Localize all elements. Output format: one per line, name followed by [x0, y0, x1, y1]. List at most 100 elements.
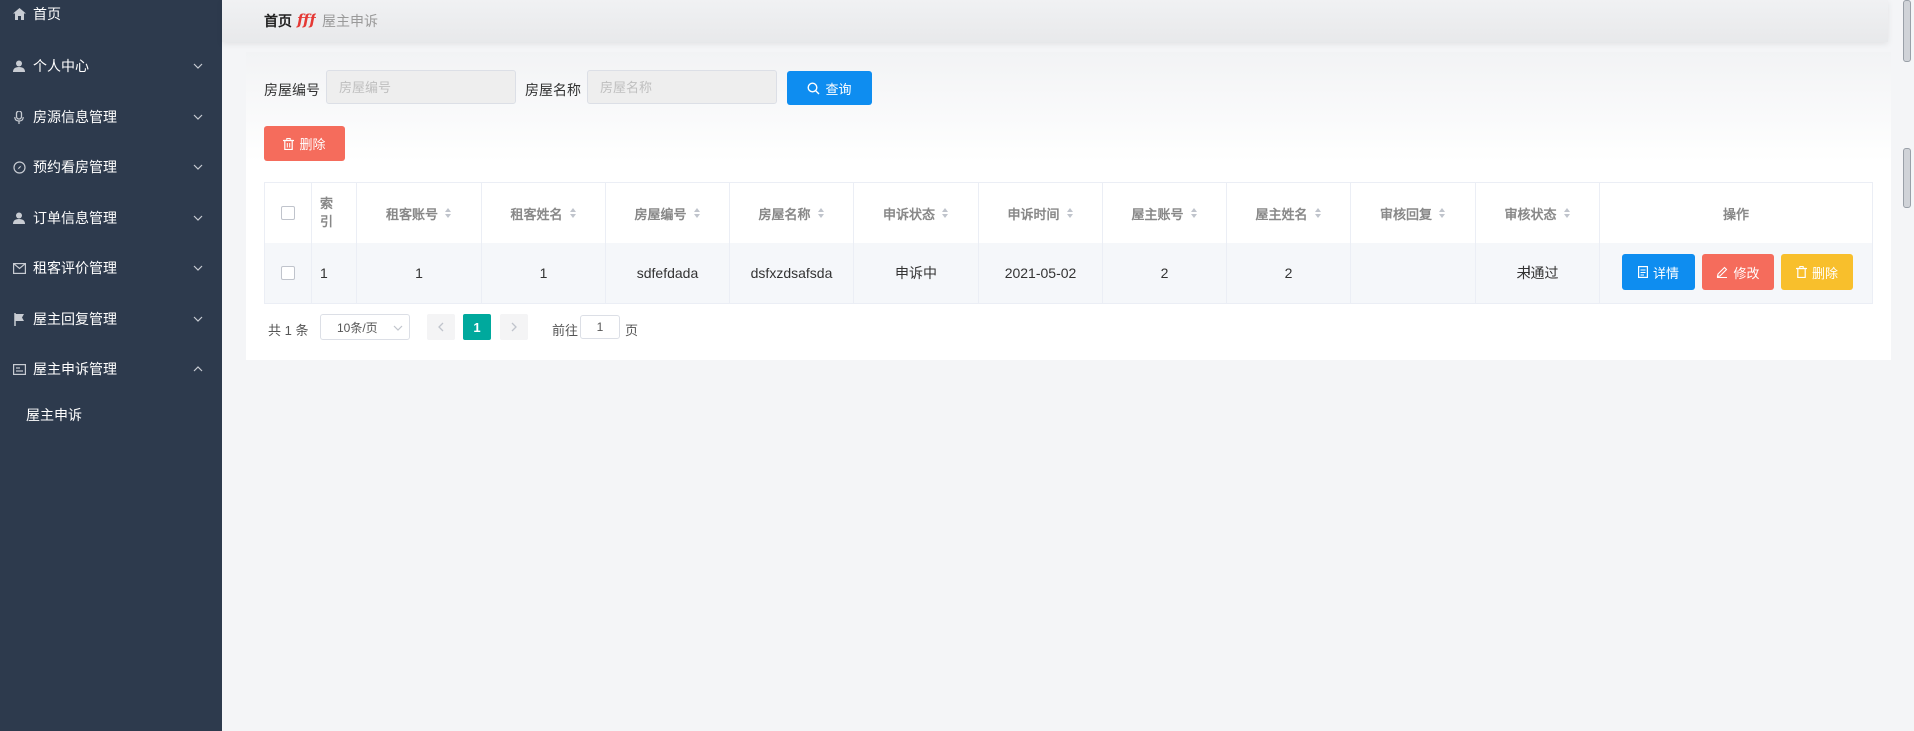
header-index: 索引 [312, 183, 357, 243]
sort-icon[interactable] [1190, 207, 1198, 219]
svg-text:fff: fff [296, 11, 316, 28]
row-select[interactable] [265, 243, 312, 303]
sidebar-item-label: 首页 [33, 6, 61, 22]
next-page-button[interactable] [500, 314, 528, 340]
detail-button-label: 详情 [1652, 265, 1679, 281]
trash-icon [1795, 266, 1807, 278]
scrollbar-thumb[interactable] [1903, 0, 1911, 62]
header-select-all[interactable] [265, 183, 312, 243]
sidebar-item-owner-appeal[interactable]: 屋主申诉管理 [0, 352, 222, 386]
header-actions: 操作 [1722, 206, 1749, 222]
scrollbar[interactable] [1902, 0, 1914, 731]
sidebar-item-home[interactable]: 首页 [0, 0, 222, 31]
cell-owner-name: 2 [1227, 243, 1351, 303]
prev-page-button[interactable] [427, 314, 455, 340]
cell-owner-account: 2 [1103, 243, 1227, 303]
header-owner-account[interactable]: 屋主账号 [1103, 183, 1227, 243]
sort-icon[interactable] [693, 207, 701, 219]
mail-icon [12, 261, 26, 275]
breadcrumb-separator-icon: fff [296, 10, 318, 29]
chevron-up-icon [193, 366, 203, 372]
query-button[interactable]: 查询 [787, 71, 872, 105]
sidebar-item-label: 预约看房管理 [33, 159, 117, 175]
detail-button[interactable]: 详情 [1622, 254, 1695, 290]
header-tenant-account[interactable]: 租客账号 [357, 183, 482, 243]
sidebar-item-owner-reply[interactable]: 屋主回复管理 [0, 302, 222, 336]
table-header-row: 索引 租客账号 租客姓名 房屋编号 房屋名称 申诉状态 申诉时间 屋主账号 屋主… [265, 183, 1872, 244]
chevron-down-icon [193, 114, 203, 120]
page-1-button[interactable]: 1 [463, 314, 491, 340]
card-icon [12, 362, 26, 376]
page-size-select[interactable]: 10条/页 [320, 314, 410, 340]
sidebar-item-order-info[interactable]: 订单信息管理 [0, 201, 222, 235]
cell-appeal-time: 2021-05-02 [979, 243, 1103, 303]
chevron-left-icon [438, 322, 444, 332]
chevron-down-icon [393, 325, 403, 331]
header-tenant-name[interactable]: 租客姓名 [482, 183, 606, 243]
sort-icon[interactable] [1314, 207, 1322, 219]
cell-house-name: dsfxzdsafsda [730, 243, 854, 303]
header-review-reply[interactable]: 审核回复 [1351, 183, 1476, 243]
cell-appeal-status: 申诉中 [854, 243, 979, 303]
home-icon [12, 7, 26, 21]
page-size-value: 10条/页 [337, 320, 378, 335]
sort-icon[interactable] [1438, 207, 1446, 219]
checkbox[interactable] [281, 206, 295, 220]
house-no-input[interactable] [326, 70, 516, 104]
batch-delete-button[interactable]: 删除 [264, 126, 345, 161]
sidebar-item-viewing-booking[interactable]: 预约看房管理 [0, 150, 222, 184]
cell-tenant-name: 1 [482, 243, 606, 303]
cell-index: 1 [312, 243, 357, 303]
compass-icon [12, 160, 26, 174]
sidebar-subitem-label: 屋主申诉 [26, 407, 82, 423]
search-icon [807, 81, 820, 94]
chevron-right-icon [511, 322, 517, 332]
header-owner-name[interactable]: 屋主姓名 [1227, 183, 1351, 243]
header-review-status[interactable]: 审核状态 [1476, 183, 1600, 243]
sort-icon[interactable] [817, 207, 825, 219]
goto-prefix: 前往 [552, 323, 579, 338]
batch-delete-label: 删除 [299, 137, 326, 152]
sidebar-item-personal-center[interactable]: 个人中心 [0, 49, 222, 83]
sort-icon[interactable] [1563, 207, 1571, 219]
sidebar-item-house-info[interactable]: 房源信息管理 [0, 100, 222, 134]
cell-review-status: 未通过 [1476, 243, 1600, 303]
sort-icon[interactable] [1066, 207, 1074, 219]
sidebar-item-label: 租客评价管理 [33, 260, 117, 276]
header-appeal-time[interactable]: 申诉时间 [979, 183, 1103, 243]
sidebar-item-label: 个人中心 [33, 58, 89, 74]
pagination-total: 共 1 条 [268, 323, 309, 338]
delete-button[interactable]: 删除 [1781, 254, 1853, 290]
query-button-label: 查询 [825, 81, 852, 97]
search-panel [246, 52, 1891, 162]
user-icon [12, 211, 26, 225]
sidebar: 首页 个人中心 房源信息管理 预约看房管理 订单信息管理 租客评价管理 屋主回复… [0, 0, 222, 731]
scrollbar-thumb[interactable] [1903, 148, 1911, 208]
sidebar-item-tenant-review[interactable]: 租客评价管理 [0, 251, 222, 285]
sort-icon[interactable] [569, 207, 577, 219]
cell-house-no: sdfefdada [606, 243, 730, 303]
header-house-name[interactable]: 房屋名称 [730, 183, 854, 243]
sidebar-subitem-owner-appeal[interactable]: 屋主申诉 [0, 398, 222, 432]
user-icon [12, 59, 26, 73]
chevron-down-icon [193, 265, 203, 271]
sort-icon[interactable] [941, 207, 949, 219]
checkbox[interactable] [281, 266, 295, 280]
sort-icon[interactable] [444, 207, 452, 219]
sidebar-item-label: 屋主申诉管理 [33, 361, 117, 377]
flag-icon [12, 312, 26, 326]
cell-review-reply [1351, 243, 1476, 303]
house-no-label: 房屋编号 [264, 82, 320, 98]
house-name-label: 房屋名称 [525, 82, 581, 98]
breadcrumb-home[interactable]: 首页 [264, 11, 292, 31]
chevron-down-icon [193, 164, 203, 170]
sidebar-item-label: 订单信息管理 [33, 210, 117, 226]
header-appeal-status[interactable]: 申诉状态 [854, 183, 979, 243]
chevron-down-icon [193, 215, 203, 221]
house-name-input[interactable] [587, 70, 777, 104]
goto-page-input[interactable] [580, 315, 620, 339]
trash-icon [283, 137, 295, 150]
edit-button[interactable]: 修改 [1702, 254, 1774, 290]
sidebar-item-label: 屋主回复管理 [33, 311, 117, 327]
header-house-no[interactable]: 房屋编号 [606, 183, 730, 243]
